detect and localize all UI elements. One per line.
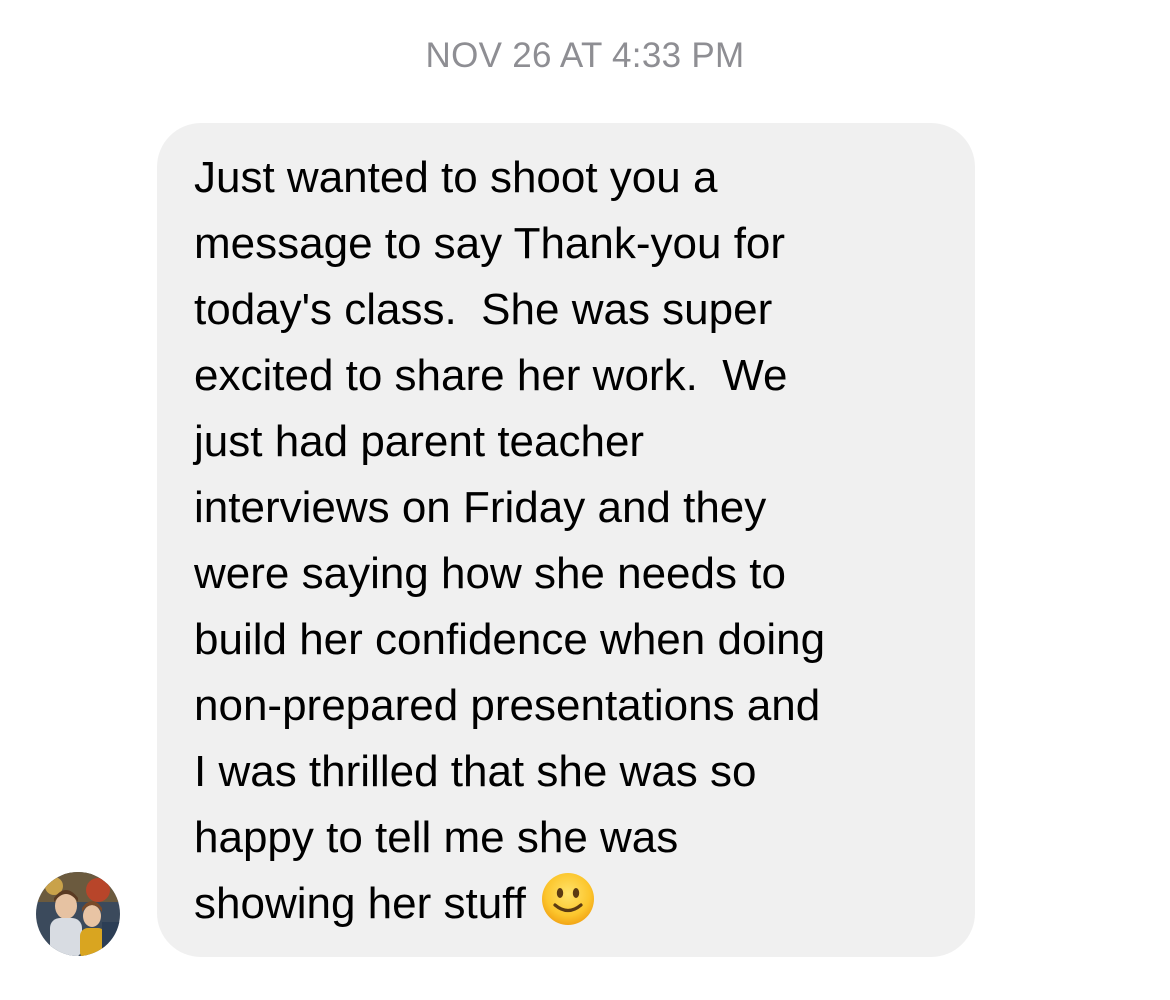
sender-avatar[interactable] — [36, 872, 120, 956]
message-line: happy to tell me she was — [194, 813, 679, 862]
message-timestamp: NOV 26 AT 4:33 PM — [425, 36, 745, 75]
message-line: Just wanted to shoot you a — [194, 153, 718, 202]
slightly-smiling-face-icon — [540, 871, 596, 927]
message-line-text: showing her stuff — [194, 879, 526, 928]
message-line: message to say Thank-you for — [194, 219, 786, 268]
message-line: non-prepared presentations and — [194, 681, 821, 730]
message-bubble[interactable]: Just wanted to shoot you a message to sa… — [157, 123, 975, 957]
message-line: I was thrilled that she was so — [194, 747, 757, 796]
message-line: interviews on Friday and they — [194, 483, 767, 532]
message-line: just had parent teacher — [194, 417, 645, 466]
message-line: were saying how she needs to — [194, 549, 786, 598]
message-line: excited to share her work. We — [194, 351, 788, 400]
message-line-last: showing her stuff — [194, 871, 955, 937]
message-line: build her confidence when doing — [194, 615, 826, 664]
message-line: today's class. She was super — [194, 285, 773, 334]
